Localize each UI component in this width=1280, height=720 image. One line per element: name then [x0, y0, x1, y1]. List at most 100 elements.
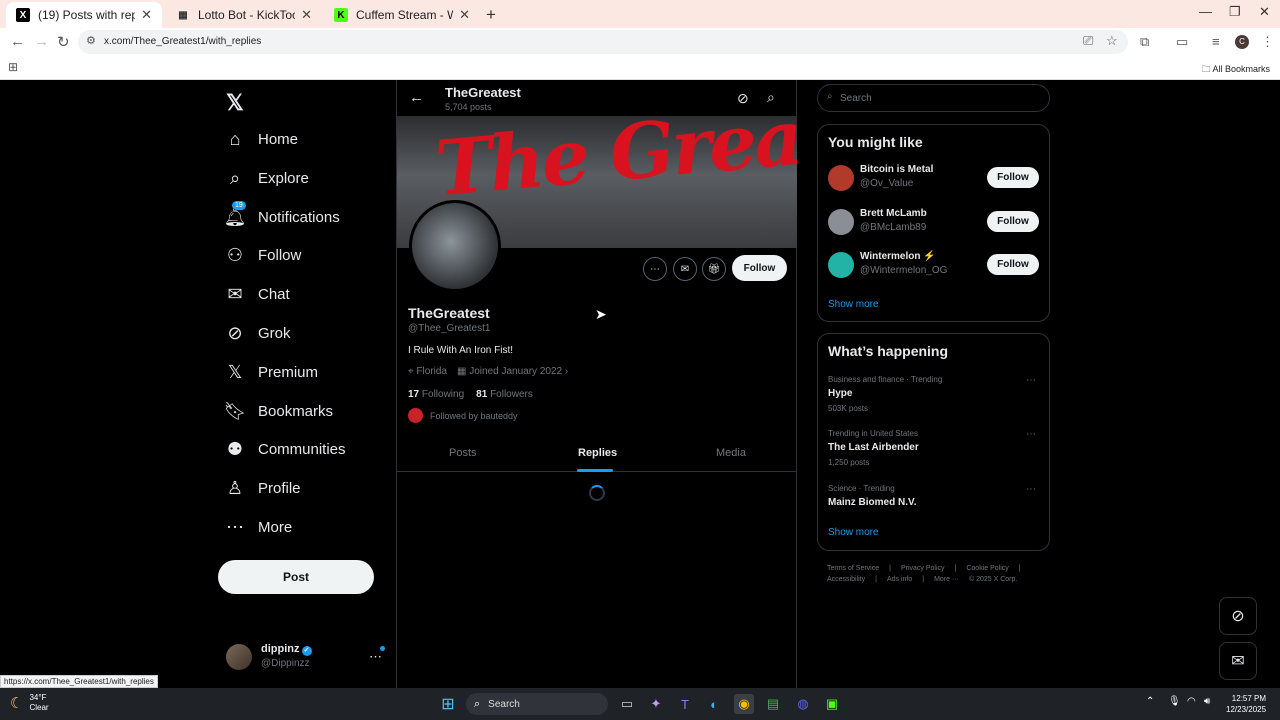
site-info-icon[interactable]: ⚙ — [86, 34, 96, 47]
edge-icon[interactable]: ◐ — [704, 694, 724, 714]
post-button[interactable]: Post — [218, 560, 374, 594]
weather-widget[interactable]: ☾ 34°F Clear — [10, 693, 49, 713]
nav-item-home[interactable]: ⌂ Home — [218, 124, 298, 154]
tab-x-profile[interactable]: X (19) Posts with replies by TheG ✕ — [6, 2, 162, 28]
more-dots-icon[interactable]: ⋯ — [1026, 484, 1036, 495]
tab-media[interactable]: Media — [716, 447, 746, 459]
wifi-icon[interactable]: ◠ — [1187, 696, 1196, 707]
windows-start-icon[interactable]: ⊞ — [438, 694, 458, 714]
bell-icon: 🔔︎ 19 — [223, 200, 247, 227]
tab-title: Lotto Bot - KickTools — [198, 8, 295, 22]
footer-link[interactable]: Ads info — [887, 576, 912, 583]
nav-item-chat[interactable]: ✉ Chat — [218, 279, 289, 309]
more-options-button[interactable]: ⋯ — [643, 257, 667, 281]
grok-icon[interactable]: ⊘ — [737, 90, 749, 107]
footer-link[interactable]: Terms of Service — [827, 565, 879, 572]
show-more-link[interactable]: Show more — [828, 527, 879, 538]
star-icon[interactable]: ☆ — [1106, 33, 1118, 49]
suggestion-handle: @BMcLamb89 — [860, 222, 927, 233]
extensions-icon[interactable]: ⧉ — [1140, 34, 1149, 50]
x-logo-icon[interactable]: 𝕏 — [226, 90, 244, 116]
show-more-link[interactable]: Show more — [828, 299, 879, 310]
close-icon[interactable]: ✕ — [459, 7, 470, 23]
trend-item[interactable]: Trending in United States The Last Airbe… — [828, 429, 1040, 474]
nav-item-more[interactable]: ⋯ More — [218, 512, 292, 542]
back-icon[interactable]: ← — [10, 33, 25, 50]
footer-link[interactable]: More ··· — [934, 576, 959, 583]
gift-button[interactable]: 🎁︎ — [702, 257, 726, 281]
url-text[interactable]: x.com/Thee_Greatest1/with_replies — [104, 36, 261, 47]
message-button[interactable]: ✉ — [673, 257, 697, 281]
footer-link[interactable]: Cookie Policy — [966, 565, 1008, 572]
following-link[interactable]: 17 Following — [408, 389, 464, 400]
trend-item[interactable]: Business and finance · Trending Hype 503… — [828, 375, 1040, 420]
grok-fab-button[interactable]: ⊘ — [1219, 597, 1257, 635]
search-input[interactable] — [840, 90, 1040, 106]
close-icon[interactable]: ✕ — [301, 7, 312, 23]
more-dots-icon[interactable]: ⋯ — [1026, 375, 1036, 386]
tab-lotto-bot[interactable]: ▦ Lotto Bot - KickTools ✕ — [166, 2, 322, 28]
window-close-button[interactable]: ✕ — [1259, 4, 1270, 20]
follow-button[interactable]: Follow — [987, 254, 1039, 275]
footer-link[interactable]: Accessibility — [827, 576, 865, 583]
back-arrow-icon[interactable]: ← — [409, 89, 424, 106]
nav-item-grok[interactable]: ⊘ Grok — [218, 318, 290, 348]
profile-avatar[interactable] — [409, 200, 501, 292]
search-box[interactable]: ⌕ — [817, 84, 1050, 112]
follow-button[interactable]: Follow — [987, 167, 1039, 188]
suggestion-item[interactable]: Wintermelon ⚡ @Wintermelon_OG Follow — [828, 248, 1040, 284]
suggestion-item[interactable]: Brett McLamb @BMcLamb89 Follow — [828, 205, 1040, 241]
notepad-icon[interactable]: ▤ — [763, 694, 783, 714]
you-might-like-panel: You might like Bitcoin is Metal @Ov_Valu… — [817, 124, 1050, 322]
more-dots-icon[interactable]: ⋯ — [1026, 429, 1036, 440]
followers-link[interactable]: 81 Followers — [476, 389, 533, 400]
volume-icon[interactable]: 🔊︎ — [1204, 696, 1210, 707]
x-page: 𝕏 ⌂ Home ⌕ Explore 🔔︎ 19 Notifications ⚇ Foll… — [0, 80, 1280, 688]
microphone-icon[interactable]: 🎙︎ — [1168, 696, 1181, 707]
nav-item-follow[interactable]: ⚇ Follow — [218, 240, 301, 270]
search-icon[interactable]: ⌕ — [767, 89, 775, 106]
taskbar-clock[interactable]: 12:57 PM 12/23/2025 — [1226, 693, 1266, 715]
tab-cuffem-stream[interactable]: K Cuffem Stream - Watch Live on ✕ — [324, 2, 480, 28]
joined-item[interactable]: ▦ Joined January 2022 › — [457, 366, 568, 377]
trend-item[interactable]: Science · Trending Mainz Biomed N.V. ⋯ — [828, 484, 1040, 529]
nav-item-explore[interactable]: ⌕ Explore — [218, 163, 309, 193]
taskbar-search[interactable]: ⌕ Search — [466, 693, 608, 715]
nav-item-profile[interactable]: ♙ Profile — [218, 473, 301, 503]
menu-icon[interactable]: ⋮ — [1261, 34, 1274, 50]
messages-fab-button[interactable]: ✉ — [1219, 642, 1257, 680]
copilot-icon[interactable]: ✦ — [646, 694, 666, 714]
minimize-button[interactable]: — — [1199, 4, 1212, 19]
discord-icon[interactable]: ◍ — [793, 694, 813, 714]
close-icon[interactable]: ✕ — [141, 7, 152, 23]
tab-replies[interactable]: Replies — [578, 447, 617, 459]
reading-list-icon[interactable]: ≡ — [1212, 34, 1220, 49]
show-hidden-icons[interactable]: ⌃ — [1146, 696, 1154, 707]
nav-item-premium[interactable]: 𝕏 Premium — [218, 357, 318, 387]
all-bookmarks-button[interactable]: 🗀 All Bookmarks — [1201, 62, 1270, 78]
omnibox[interactable]: ⚙ x.com/Thee_Greatest1/with_replies ⎚ ☆ — [78, 30, 1128, 54]
follow-button[interactable]: Follow — [732, 255, 787, 281]
reload-icon[interactable]: ↻ — [57, 33, 70, 51]
more-dots-icon[interactable]: ⋯ — [369, 649, 382, 665]
nav-item-notifications[interactable]: 🔔︎ 19 Notifications — [218, 200, 340, 232]
new-tab-button[interactable]: + — [486, 5, 496, 25]
tab-search-icon[interactable]: ▭ — [1176, 34, 1188, 50]
chrome-profile-avatar[interactable]: C — [1235, 35, 1249, 49]
maximize-button[interactable]: ❐ — [1229, 4, 1241, 20]
forward-icon[interactable]: → — [34, 33, 49, 50]
teams-icon[interactable]: T — [675, 694, 695, 714]
followed-by[interactable]: Followed by bauteddy — [408, 408, 518, 423]
follow-button[interactable]: Follow — [987, 211, 1039, 232]
task-view-icon[interactable]: ▭ — [617, 694, 637, 714]
nav-item-bookmarks[interactable]: 🔖︎ Bookmarks — [218, 396, 333, 426]
app-icon[interactable]: ▣ — [822, 694, 842, 714]
account-switcher[interactable]: dippinz ✓ @Dippinzz ⋯ — [226, 640, 390, 676]
suggestion-item[interactable]: Bitcoin is Metal @Ov_Value Follow — [828, 161, 1040, 197]
install-icon[interactable]: ⎚ — [1083, 33, 1093, 49]
nav-item-communities[interactable]: ⚉ Communities — [218, 434, 346, 464]
apps-grid-icon[interactable]: ⊞ — [8, 60, 18, 74]
chrome-icon[interactable]: ◉ — [734, 694, 754, 714]
footer-link[interactable]: Privacy Policy — [901, 565, 945, 572]
tab-posts[interactable]: Posts — [449, 447, 477, 459]
